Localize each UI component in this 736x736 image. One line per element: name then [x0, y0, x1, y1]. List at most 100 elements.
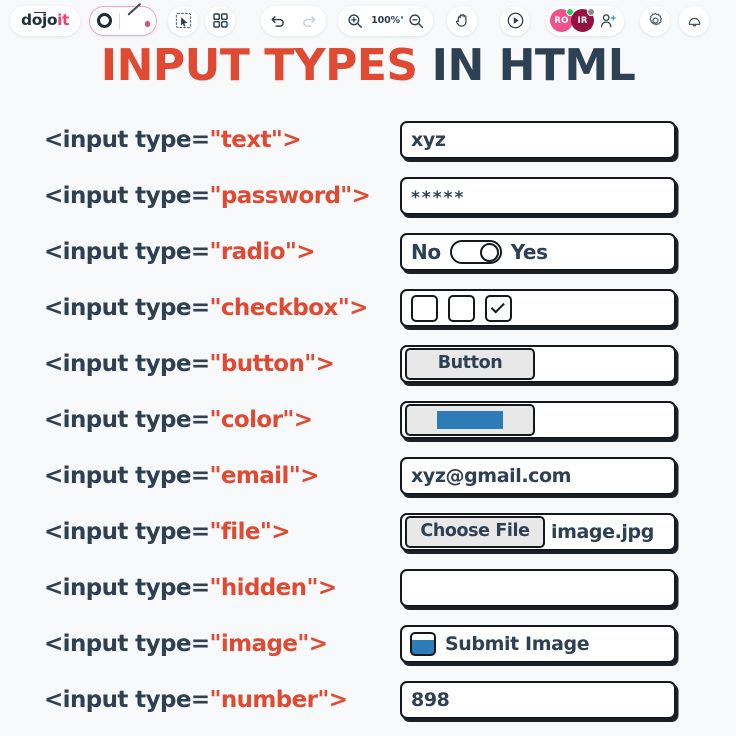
- row-image: <input type="image"> Submit Image: [0, 616, 736, 672]
- input-radio[interactable]: No Yes: [400, 233, 676, 271]
- toolbar-divider: [119, 12, 121, 29]
- notifications-button[interactable]: [679, 5, 710, 36]
- input-number[interactable]: 898: [400, 681, 676, 719]
- select-tool-button[interactable]: [168, 5, 199, 36]
- undo-button[interactable]: [270, 12, 287, 29]
- hand-icon: [454, 12, 471, 29]
- input-text[interactable]: xyz: [400, 121, 676, 159]
- toggle-knob: [479, 242, 499, 262]
- input-email[interactable]: xyz@gmail.com: [400, 457, 676, 495]
- radio-label-no: No: [411, 240, 441, 264]
- color-picker-control[interactable]: [405, 404, 535, 436]
- zoom-level-label[interactable]: 100%: [371, 15, 403, 26]
- avatar-ir[interactable]: IR: [571, 8, 596, 32]
- play-circle-icon: [506, 11, 525, 30]
- zoom-in-button[interactable]: [347, 13, 363, 29]
- bell-icon: [686, 12, 703, 29]
- settings-button[interactable]: [640, 5, 671, 36]
- page-title: INPUT TYPES IN HTML: [0, 44, 736, 88]
- pen-color-dot: [144, 21, 151, 27]
- checkbox-3-checked[interactable]: [485, 294, 512, 322]
- invite-user-button[interactable]: [599, 12, 617, 30]
- pen-line-icon[interactable]: [127, 2, 151, 30]
- code-prefix: <input type=: [44, 518, 210, 545]
- draw-tool-group[interactable]: [89, 2, 158, 36]
- input-image[interactable]: Submit Image: [400, 625, 676, 663]
- code-prefix: <input type=: [44, 238, 210, 265]
- page-title-sub: IN HTML: [431, 40, 636, 91]
- row-email: <input type="email"> xyz@gmail.com: [0, 448, 736, 504]
- code-prefix: <input type=: [44, 350, 210, 377]
- code-prefix: <input type=: [44, 462, 210, 489]
- avatar-ro[interactable]: RO: [550, 8, 575, 32]
- pen-stroke: [127, 2, 142, 16]
- code-value: "file">: [209, 518, 291, 545]
- input-type-list: <input type="text"> xyz <input type="pas…: [0, 112, 736, 728]
- choose-file-label: Choose File: [420, 521, 530, 542]
- avatar-ro-initials: RO: [554, 15, 569, 26]
- submit-image-label: Submit Image: [445, 632, 590, 655]
- code-label-color: <input type="color">: [0, 406, 400, 433]
- select-cursor-icon: [175, 12, 192, 29]
- code-prefix: <input type=: [44, 406, 210, 433]
- color-swatch: [437, 411, 503, 429]
- history-group: [261, 5, 327, 36]
- code-prefix: <input type=: [44, 630, 210, 657]
- input-file[interactable]: Choose File image.jpg: [400, 513, 676, 551]
- present-button[interactable]: [500, 5, 531, 36]
- code-prefix: <input type=: [44, 126, 210, 153]
- image-thumbnail-icon: [410, 632, 436, 656]
- app-toolbar: d ojoit 100% RO IR: [0, 0, 736, 41]
- row-color: <input type="color">: [0, 392, 736, 448]
- code-value: "hidden">: [209, 574, 338, 601]
- radio-toggle-switch[interactable]: [449, 240, 502, 264]
- collaborators-group: RO IR: [546, 5, 625, 36]
- input-hidden[interactable]: [400, 569, 676, 607]
- code-value: "button">: [209, 350, 335, 377]
- frame-tool-button[interactable]: [205, 5, 236, 36]
- code-prefix: <input type=: [44, 182, 210, 209]
- row-text: <input type="text"> xyz: [0, 112, 736, 168]
- code-value: "checkbox">: [209, 294, 369, 321]
- input-color[interactable]: [400, 401, 676, 439]
- avatar-ir-status-dot: [587, 8, 596, 16]
- zoom-out-button[interactable]: [408, 13, 424, 29]
- logo-accent: it: [57, 10, 70, 29]
- input-text-value: xyz: [411, 128, 446, 151]
- dojoit-logo[interactable]: d ojoit: [10, 5, 81, 36]
- button-control-label: Button: [437, 353, 503, 374]
- frame-grid-icon: [212, 12, 229, 29]
- code-value: "number">: [209, 686, 349, 713]
- code-label-image: <input type="image">: [0, 630, 400, 657]
- input-password-value: *****: [411, 188, 466, 208]
- code-value: "email">: [209, 462, 320, 489]
- code-label-number: <input type="number">: [0, 686, 400, 713]
- checkbox-1[interactable]: [411, 294, 438, 322]
- shape-ring-icon[interactable]: [97, 13, 113, 28]
- input-number-value: 898: [411, 688, 450, 711]
- button-control[interactable]: Button: [405, 348, 535, 380]
- row-password: <input type="password"> *****: [0, 168, 736, 224]
- code-label-checkbox: <input type="checkbox">: [0, 294, 400, 321]
- zoom-group: 100%: [338, 5, 434, 36]
- code-label-button: <input type="button">: [0, 350, 400, 377]
- input-checkbox[interactable]: [400, 289, 676, 327]
- check-mark-icon: [490, 298, 505, 313]
- code-label-radio: <input type="radio">: [0, 238, 400, 265]
- row-number: <input type="number"> 898: [0, 672, 736, 728]
- row-checkbox: <input type="checkbox">: [0, 280, 736, 336]
- redo-button[interactable]: [300, 12, 317, 29]
- hand-pan-button[interactable]: [447, 5, 478, 36]
- code-label-file: <input type="file">: [0, 518, 400, 545]
- input-password[interactable]: *****: [400, 177, 676, 215]
- row-hidden: <input type="hidden">: [0, 560, 736, 616]
- radio-label-yes: Yes: [510, 240, 548, 264]
- code-value: "color">: [209, 406, 314, 433]
- checkbox-2[interactable]: [448, 294, 475, 322]
- logo-text: d ojoit: [21, 10, 70, 29]
- code-value: "image">: [209, 630, 328, 657]
- code-label-text: <input type="text">: [0, 126, 400, 153]
- choose-file-button[interactable]: Choose File: [405, 516, 545, 548]
- input-button[interactable]: Button: [400, 345, 676, 383]
- code-value: "radio">: [209, 238, 316, 265]
